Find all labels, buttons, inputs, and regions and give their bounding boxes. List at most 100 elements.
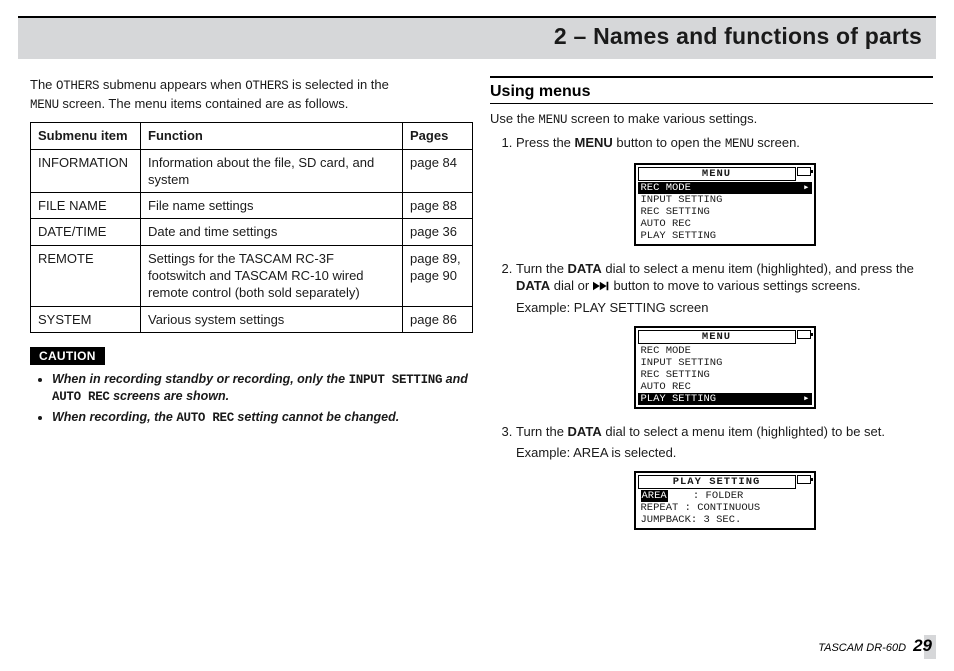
lcd-row: INPUT SETTING (638, 357, 812, 369)
td-function: Date and time settings (141, 219, 403, 245)
lcd-row: REC SETTING (638, 369, 812, 381)
td-pages: page 89, page 90 (403, 245, 473, 306)
table-row: DATE/TIME Date and time settings page 36 (31, 219, 473, 245)
caution-item: When recording, the AUTO REC setting can… (52, 409, 473, 427)
table-row: FILE NAME File name settings page 88 (31, 193, 473, 219)
th-submenu: Submenu item (31, 123, 141, 149)
lcd-row: PLAY SETTING▸ (638, 393, 812, 405)
step2-example: Example: PLAY SETTING screen (516, 299, 933, 316)
mono-input-setting: INPUT SETTING (349, 373, 443, 387)
lcd-row: REC MODE (638, 345, 812, 357)
c2a: When recording, the (52, 410, 176, 424)
footer: TASCAM DR-60D 29 (818, 636, 932, 656)
td-submenu: FILE NAME (31, 193, 141, 219)
steps-list: Press the MENU button to open the MENU s… (490, 134, 933, 530)
bold-data-3: DATA (568, 424, 602, 439)
caution-list: When in recording standby or recording, … (52, 371, 473, 427)
c1c: screens are shown. (110, 389, 230, 403)
battery-icon (797, 475, 811, 484)
s3a: Turn the (516, 424, 568, 439)
right-column: Using menus Use the MENU screen to make … (490, 76, 933, 544)
lcd-title: MENU (638, 330, 796, 344)
td-submenu: DATE/TIME (31, 219, 141, 245)
td-submenu: INFORMATION (31, 149, 141, 193)
td-pages: page 88 (403, 193, 473, 219)
table-row: INFORMATION Information about the file, … (31, 149, 473, 193)
table-row: REMOTE Settings for the TASCAM RC-3F foo… (31, 245, 473, 306)
step3-example: Example: AREA is selected. (516, 444, 933, 461)
step-1: Press the MENU button to open the MENU s… (516, 134, 933, 246)
right-intro: Use the MENU screen to make various sett… (490, 110, 933, 129)
mono-others-2: OTHERS (245, 79, 288, 93)
chevron-right-icon: ▸ (803, 393, 809, 405)
td-function: File name settings (141, 193, 403, 219)
left-column: The OTHERS submenu appears when OTHERS i… (30, 76, 473, 430)
td-pages: page 84 (403, 149, 473, 193)
intro-seg-d: screen. The menu items contained are as … (59, 96, 349, 111)
lcd-row: REC SETTING (638, 206, 812, 218)
table-row: SYSTEM Various system settings page 86 (31, 306, 473, 332)
s1a: Press the (516, 135, 575, 150)
th-pages: Pages (403, 123, 473, 149)
lcd-row: AUTO REC (638, 381, 812, 393)
battery-icon (797, 330, 811, 339)
bold-data-1: DATA (568, 261, 602, 276)
lcd-title: MENU (638, 167, 796, 181)
step-2: Turn the DATA dial to select a menu item… (516, 260, 933, 409)
intro-paragraph: The OTHERS submenu appears when OTHERS i… (30, 76, 473, 113)
th-function: Function (141, 123, 403, 149)
lcd-row: AUTO REC (638, 218, 812, 230)
lcd-row: REC MODE▸ (638, 182, 812, 194)
battery-icon (797, 167, 811, 176)
s2a: Turn the (516, 261, 568, 276)
lcd-row: AREA : FOLDER (638, 490, 812, 502)
intro-seg-c: is selected in the (288, 77, 388, 92)
caution-badge: CAUTION (30, 347, 105, 365)
ri-b: screen to make various settings. (567, 111, 757, 126)
mono-menu-3: MENU (725, 137, 754, 151)
td-pages: page 36 (403, 219, 473, 245)
s2d: button to move to various settings scree… (610, 278, 861, 293)
lcd-hl-segment: AREA (641, 490, 668, 502)
lcd-screenshot-1: MENU REC MODE▸ INPUT SETTING REC SETTING… (634, 163, 816, 246)
s3b: dial to select a menu item (highlighted)… (602, 424, 885, 439)
chevron-right-icon: ▸ (803, 182, 809, 194)
s1c: screen. (754, 135, 800, 150)
intro-seg-a: The (30, 77, 56, 92)
fast-forward-icon (593, 278, 610, 295)
intro-seg-b: submenu appears when (99, 77, 245, 92)
s1b: button to open the (613, 135, 725, 150)
header-band: 2 – Names and functions of parts (18, 18, 936, 59)
mono-auto-rec-2: AUTO REC (176, 411, 234, 425)
bold-data-2: DATA (516, 278, 550, 293)
footer-page: 29 (913, 636, 932, 655)
ri-a: Use the (490, 111, 538, 126)
lcd-row: REPEAT : CONTINUOUS (638, 502, 812, 514)
lcd-screenshot-3: PLAY SETTING AREA : FOLDER REPEAT : CONT… (634, 471, 816, 530)
td-function: Various system settings (141, 306, 403, 332)
step-3: Turn the DATA dial to select a menu item… (516, 423, 933, 530)
s2b: dial to select a menu item (highlighted)… (602, 261, 914, 276)
bold-menu: MENU (575, 135, 613, 150)
mono-auto-rec-1: AUTO REC (52, 390, 110, 404)
lcd-row: PLAY SETTING (638, 230, 812, 242)
c1b: and (442, 372, 468, 386)
footer-model: TASCAM DR-60D (818, 642, 906, 654)
page-title: 2 – Names and functions of parts (554, 23, 922, 50)
c1a: When in recording standby or recording, … (52, 372, 349, 386)
lcd-row: INPUT SETTING (638, 194, 812, 206)
td-function: Information about the file, SD card, and… (141, 149, 403, 193)
lcd-screenshot-2: MENU REC MODE INPUT SETTING REC SETTING … (634, 326, 816, 409)
c2b: setting cannot be changed. (234, 410, 399, 424)
caution-item: When in recording standby or recording, … (52, 371, 473, 406)
td-pages: page 86 (403, 306, 473, 332)
td-submenu: REMOTE (31, 245, 141, 306)
table-head-row: Submenu item Function Pages (31, 123, 473, 149)
section-heading: Using menus (490, 81, 933, 104)
mono-menu-2: MENU (538, 113, 567, 127)
lcd-title: PLAY SETTING (638, 475, 796, 489)
mono-menu-1: MENU (30, 98, 59, 112)
td-submenu: SYSTEM (31, 306, 141, 332)
submenu-table: Submenu item Function Pages INFORMATION … (30, 122, 473, 333)
section-rule-top (490, 76, 933, 78)
